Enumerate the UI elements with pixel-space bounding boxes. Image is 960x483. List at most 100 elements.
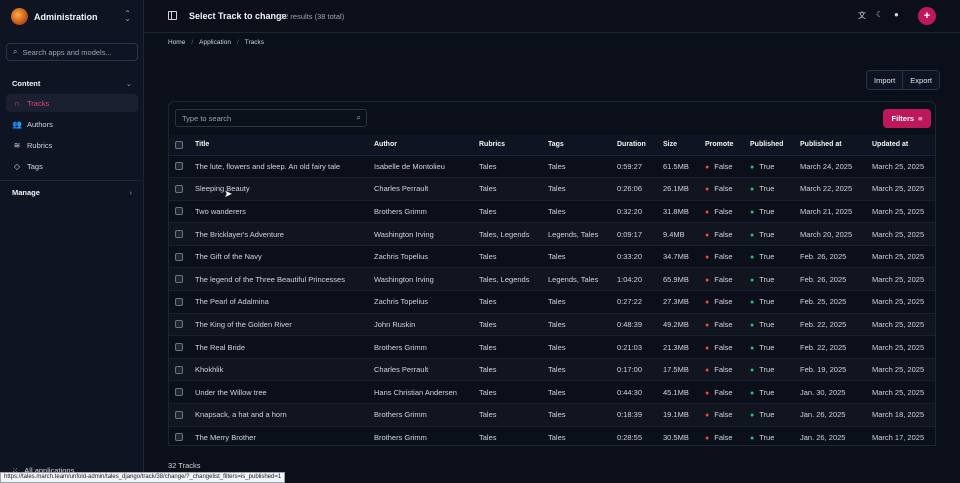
cell-size: 19.1MB: [663, 403, 705, 427]
table-row[interactable]: The Gift of the Navy Zachris Topelius Tale…: [169, 245, 935, 269]
cell-title[interactable]: The legend of the Three Beautiful Prince…: [195, 267, 374, 292]
cell-author: Brothers Grimm: [374, 335, 479, 359]
status-false-dot-icon: ●: [705, 434, 710, 442]
table-row[interactable]: The King of the Golden River John Ruskin T…: [169, 313, 935, 337]
cell-rubrics: Tales: [479, 403, 548, 427]
cell-author: Zachris Topelius: [374, 245, 479, 269]
table-row[interactable]: Two wanderers Brothers Grimm Tales Tales 0:3…: [169, 200, 935, 224]
table-row[interactable]: Under the Willow tree Hans Christian Ande…: [169, 380, 935, 405]
cell-title[interactable]: The Real Bride: [195, 335, 374, 359]
cell-title[interactable]: The Merry Brother: [195, 426, 374, 445]
column-header-promote[interactable]: Promote: [705, 135, 750, 156]
row-checkbox[interactable]: [175, 252, 183, 261]
breadcrumb-application[interactable]: Application: [199, 39, 231, 46]
column-header-title[interactable]: Title: [195, 135, 374, 156]
table-row[interactable]: The Merry Brother Brothers Grimm Tales Tale…: [169, 426, 935, 445]
cell-author: Washington Irving: [374, 267, 479, 292]
sidebar-search-input[interactable]: ⌕ Search apps and models...: [6, 43, 138, 61]
cell-duration: 0:33:20: [617, 245, 663, 269]
moon-icon[interactable]: ☾: [876, 10, 883, 19]
filters-button[interactable]: Filters ≡: [883, 109, 931, 128]
cell-title[interactable]: Sleeping Beauty: [195, 177, 374, 201]
select-all-cell[interactable]: [169, 135, 195, 156]
import-button[interactable]: Import: [867, 71, 903, 89]
row-checkbox[interactable]: [175, 410, 183, 419]
language-icon[interactable]: 文: [858, 10, 866, 21]
row-checkbox[interactable]: [175, 320, 183, 329]
breadcrumb-home[interactable]: Home: [168, 39, 185, 46]
cell-tags: Tales: [548, 380, 617, 405]
filters-label: Filters: [891, 114, 915, 123]
sidebar-toggle-icon[interactable]: [168, 11, 177, 20]
chevron-up-down-icon: ⌃ ⌄: [124, 9, 131, 23]
cell-updated-at: March 25, 2025: [872, 267, 935, 292]
row-checkbox[interactable]: [175, 343, 183, 352]
cell-size: 9.4MB: [663, 222, 705, 246]
sidebar-item-authors[interactable]: 👥 Authors: [6, 115, 138, 133]
sidebar-item-rubrics[interactable]: ≋ Rubrics: [6, 136, 138, 154]
table-row[interactable]: The Pearl of Adalmina Zachris Topelius Tal…: [169, 290, 935, 314]
table-row[interactable]: Sleeping Beauty Charles Perrault Tales Tale…: [169, 177, 935, 201]
column-header-published[interactable]: Published: [750, 135, 800, 156]
row-checkbox[interactable]: [175, 184, 183, 193]
sidebar-section-content[interactable]: Content ⌄: [12, 79, 132, 88]
row-checkbox[interactable]: [175, 433, 183, 442]
user-icon[interactable]: ●: [894, 10, 899, 19]
cell-updated-at: March 25, 2025: [872, 358, 935, 382]
sidebar-section-manage[interactable]: Manage ›: [12, 188, 132, 197]
table-row[interactable]: The Bricklayer's Adventure Washington Irv…: [169, 222, 935, 246]
row-select-cell: [169, 267, 195, 292]
section-label: Manage: [12, 188, 40, 197]
table-row[interactable]: The legend of the Three Beautiful Prince…: [169, 267, 935, 292]
column-header-tags[interactable]: Tags: [548, 135, 617, 156]
row-checkbox[interactable]: [175, 162, 183, 171]
table-row[interactable]: The Real Bride Brothers Grimm Tales Tales 0:…: [169, 335, 935, 359]
cell-rubrics: Tales: [479, 177, 548, 201]
table-row[interactable]: Knapsack, a hat and a horn Brothers Grimm…: [169, 403, 935, 427]
select-all-checkbox[interactable]: [175, 140, 183, 149]
cell-published: ● True: [750, 245, 800, 269]
cell-title[interactable]: Under the Willow tree: [195, 380, 374, 405]
cell-title[interactable]: Two wanderers: [195, 200, 374, 224]
row-checkbox[interactable]: [175, 388, 183, 397]
table-header-row: Title Author Rubrics Tags Duration Size …: [169, 135, 935, 156]
cell-title[interactable]: The King of the Golden River: [195, 313, 374, 337]
status-true-dot-icon: ●: [750, 389, 755, 397]
row-checkbox[interactable]: [175, 207, 183, 216]
cell-title[interactable]: The Pearl of Adalmina: [195, 290, 374, 314]
column-header-size[interactable]: Size: [663, 135, 705, 156]
cell-title[interactable]: Knapsack, a hat and a horn: [195, 403, 374, 427]
add-track-button[interactable]: +: [918, 7, 936, 25]
cell-title[interactable]: The Bricklayer's Adventure: [195, 222, 374, 246]
published-value: True: [759, 432, 775, 442]
cell-tags: Legends, Tales: [548, 267, 617, 292]
status-true-dot-icon: ●: [750, 344, 755, 352]
row-checkbox[interactable]: [175, 230, 183, 239]
sidebar-item-tracks[interactable]: ∩ Tracks: [6, 94, 138, 112]
promote-value: False: [714, 342, 733, 352]
cell-title[interactable]: The Gift of the Navy: [195, 245, 374, 269]
column-header-duration[interactable]: Duration: [617, 135, 663, 156]
table-row[interactable]: The lute, flowers and sleep. An old fair…: [169, 155, 935, 179]
table-row[interactable]: Khokhlik Charles Perrault Tales Tales 0:17:0…: [169, 358, 935, 382]
row-select-cell: [169, 155, 195, 179]
brand-switcher[interactable]: Administration ⌃ ⌄: [11, 8, 135, 25]
row-checkbox[interactable]: [175, 365, 183, 374]
cell-duration: 0:17:00: [617, 358, 663, 382]
column-header-rubrics[interactable]: Rubrics: [479, 135, 548, 156]
cell-title[interactable]: The lute, flowers and sleep. An old fair…: [195, 155, 374, 179]
column-header-published-at[interactable]: Published at: [800, 135, 872, 156]
status-true-dot-icon: ●: [750, 434, 755, 442]
row-checkbox[interactable]: [175, 275, 183, 284]
export-button[interactable]: Export: [902, 71, 939, 89]
column-header-author[interactable]: Author: [374, 135, 479, 156]
row-checkbox[interactable]: [175, 297, 183, 306]
published-value: True: [759, 410, 775, 420]
cell-author: John Ruskin: [374, 313, 479, 337]
status-false-dot-icon: ●: [705, 299, 710, 307]
cell-title[interactable]: Khokhlik: [195, 358, 374, 382]
section-label: Content: [12, 79, 41, 88]
table-search-input[interactable]: Type to search ⌕: [175, 109, 367, 127]
sidebar-item-tags[interactable]: ◇ Tags: [6, 157, 138, 175]
column-header-updated-at[interactable]: Updated at: [872, 135, 935, 156]
